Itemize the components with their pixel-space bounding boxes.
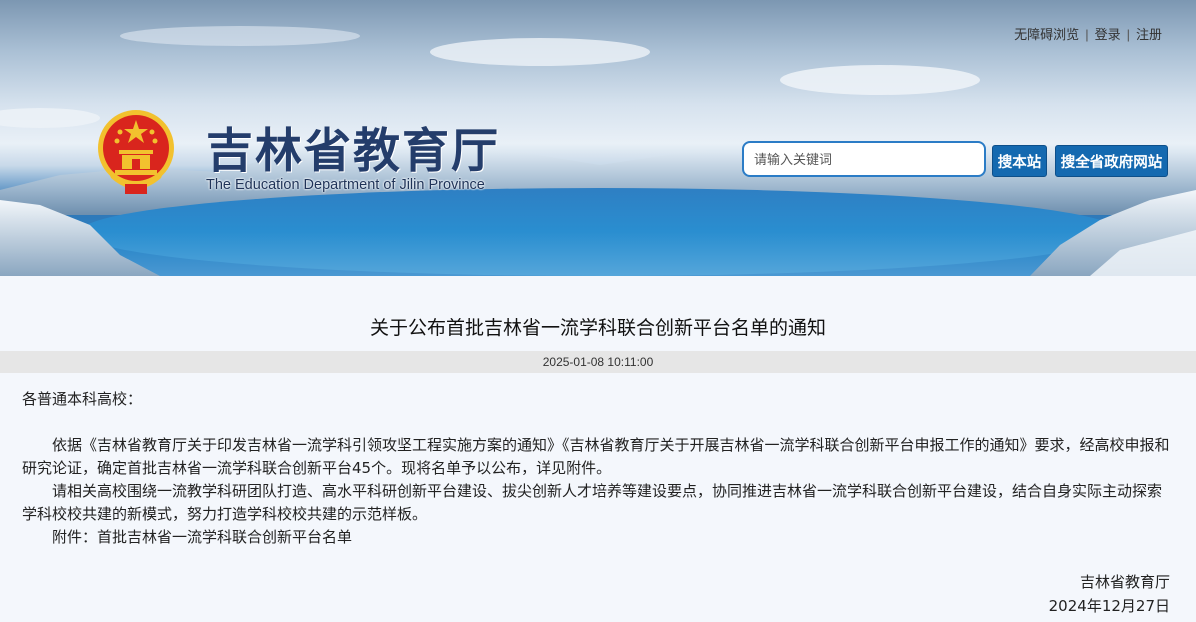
signature-date: 2024年12月27日 (1048, 597, 1170, 615)
search-site-button[interactable]: 搜本站 (992, 145, 1047, 177)
national-emblem-icon (98, 110, 174, 194)
header-banner: 无障碍浏览 | 登录 | 注册 吉林省教育厅 The Education Departm… (0, 0, 1196, 276)
link-separator: | (1085, 27, 1089, 42)
search-input[interactable] (742, 141, 986, 177)
search-gov-button[interactable]: 搜全省政府网站 (1055, 145, 1168, 177)
register-link[interactable]: 注册 (1136, 27, 1162, 42)
site-title: 吉林省教育厅 (206, 124, 500, 179)
accessibility-link[interactable]: 无障碍浏览 (1014, 27, 1079, 42)
article-body: 各普通本科高校： 依据《吉林省教育厅关于印发吉林省一流学科引领攻坚工程实施方案的… (22, 388, 1172, 549)
article-signature: 吉林省教育厅 2024年12月27日 (1049, 570, 1170, 618)
article-title: 关于公布首批吉林省一流学科联合创新平台名单的通知 (369, 317, 826, 339)
site-subtitle: The Education Department of Jilin Provin… (206, 177, 485, 193)
top-links: 无障碍浏览 | 登录 | 注册 (1014, 24, 1162, 43)
attachment-link[interactable]: 附件：首批吉林省一流学科联合创新平台名单 (22, 526, 1172, 549)
link-separator: | (1126, 27, 1130, 42)
article-paragraph: 依据《吉林省教育厅关于印发吉林省一流学科引领攻坚工程实施方案的通知》《吉林省教育… (22, 436, 1170, 477)
login-link[interactable]: 登录 (1095, 27, 1121, 42)
signature-org: 吉林省教育厅 (1079, 573, 1170, 591)
publish-date: 2025-01-08 10:11:00 (0, 351, 1196, 373)
article-paragraph: 请相关高校围绕一流教学科研团队打造、高水平科研创新平台建设、拔尖创新人才培养等建… (22, 482, 1163, 523)
article-greeting: 各普通本科高校： (22, 390, 143, 408)
